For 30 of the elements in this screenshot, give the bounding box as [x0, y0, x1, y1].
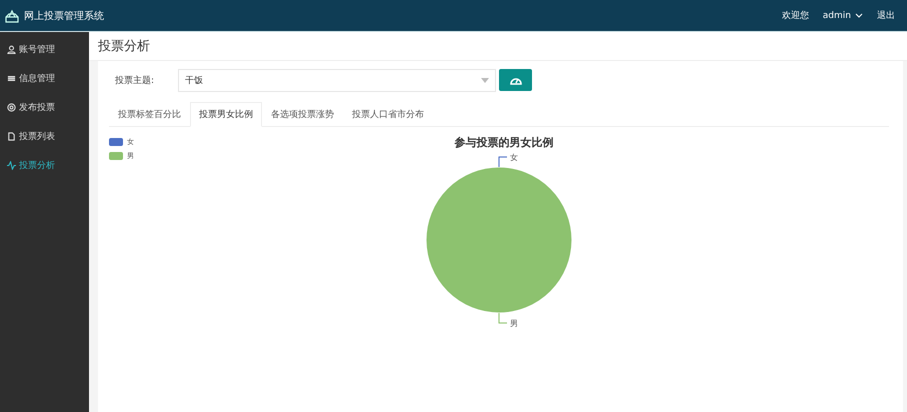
slice-label: 男: [510, 319, 518, 328]
tab[interactable]: 投票男女比例: [190, 102, 262, 127]
dropdown-arrow-icon: [481, 78, 489, 82]
caret-icon: [855, 12, 863, 18]
sidebar-item[interactable]: 投票分析: [0, 151, 89, 180]
logout-link[interactable]: 退出: [877, 9, 895, 22]
analyze-button[interactable]: [499, 69, 532, 91]
gauge-icon: [510, 75, 522, 85]
pulse-icon: [7, 161, 16, 170]
ballot-box-icon: [5, 8, 19, 22]
chart-title: 参与投票的男女比例: [454, 135, 554, 150]
app-title: 网上投票管理系统: [24, 10, 104, 22]
sidebar-item[interactable]: 账号管理: [0, 35, 89, 64]
tab[interactable]: 各选项投票涨势: [262, 102, 343, 127]
user-menu[interactable]: admin: [822, 10, 863, 20]
topic-label: 投票主题:: [114, 74, 156, 86]
tab[interactable]: 投票人口省市分布: [343, 102, 433, 127]
welcome-text: 欢迎您: [782, 10, 809, 22]
sidebar-item[interactable]: 信息管理: [0, 64, 89, 93]
list-icon: [7, 74, 16, 83]
slice-label: 女: [498, 153, 518, 168]
tab[interactable]: 投票标签百分比: [109, 102, 190, 127]
slice-label: 男: [498, 312, 518, 328]
target-icon: [7, 103, 16, 112]
sidebar-item[interactable]: 投票列表: [0, 122, 89, 151]
document-icon: [7, 132, 16, 141]
user-icon: [7, 45, 16, 54]
topic-select[interactable]: 干饭: [178, 68, 496, 92]
sidebar-item[interactable]: 发布投票: [0, 93, 89, 122]
page-title: 投票分析: [89, 32, 907, 61]
